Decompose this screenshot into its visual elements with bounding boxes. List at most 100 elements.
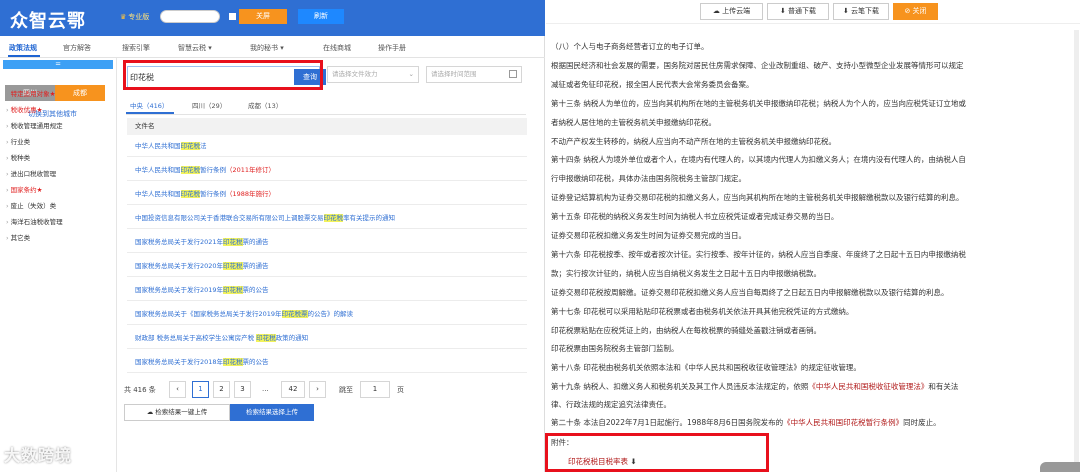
doc-line-20: 律、行政法规的规定追究法律责任。 [551, 400, 671, 409]
row-text-tail: 暂行条例 [200, 166, 226, 174]
upload-all-button[interactable]: ☁ 检索结果一键上传 [124, 404, 230, 421]
line19-tail: 和有关法 [928, 382, 959, 391]
username-field[interactable] [160, 10, 220, 23]
chevron-right-icon: › [6, 218, 9, 226]
chevron-right-icon: › [6, 234, 9, 242]
date-range-placeholder: 请选择时间范围 [431, 70, 477, 78]
attachment-highlight-box [545, 433, 769, 472]
upload-selected-button[interactable]: 检索结果选择上传 [230, 404, 314, 421]
doc-line: 第十三条 纳税人为单位的，应当向其机构所在地的主管税务机关申报缴纳印花税；纳税人… [551, 98, 966, 108]
refresh-button[interactable]: 刷新 [298, 9, 344, 24]
keyword-highlight: 印花税票 [281, 310, 308, 318]
close-screen-button[interactable]: 关屏 [239, 9, 287, 24]
tab-policy[interactable]: 政策法规 [9, 43, 37, 53]
sidebar-item-label: 特定适用对象★ [10, 90, 56, 98]
tab-central[interactable]: 中央（416） [130, 100, 168, 110]
table-row[interactable]: 国家税务总局关于《国家税务总局关于发行2019年印花税票的公告》的解读 [127, 304, 527, 325]
table-row[interactable]: 中华人民共和国印花税暂行条例（1988年施行） [127, 184, 527, 205]
upload-all-label: 检索结果一键上传 [155, 408, 208, 416]
upload-cloud-button[interactable]: ☁ 上传云端 [700, 3, 763, 20]
doc-line: 减征或者免征印花税，报全国人民代表大会常务委员会备案。 [551, 79, 754, 89]
page-2[interactable]: 2 [213, 381, 230, 398]
line21-tail: 同时废止。 [903, 418, 941, 427]
table-row[interactable]: 中国投资信息有限公司关于香港联合交易所有限公司上调股票交易印花税率有关提示的通知 [127, 208, 527, 229]
tab-search-engine[interactable]: 搜索引擎 [122, 43, 150, 53]
doc-line: 证券登记结算机构为证券交易印花税的扣缴义务人，应当向其机构所在地的主管税务机关申… [551, 193, 964, 203]
keyword-highlight: 印花税 [223, 286, 243, 294]
tab-smart-tax[interactable]: 智慧云税 ▾ [178, 43, 212, 53]
keyword-highlight: 印花税 [223, 238, 243, 246]
goto-page-input[interactable]: 1 [360, 381, 390, 398]
city-chengdu[interactable]: 成都 [55, 85, 105, 101]
upload-cloud-label: 上传云端 [722, 7, 751, 15]
table-row[interactable]: 国家税务总局关于发行2018年印花税票的公告 [127, 352, 527, 373]
keyword-highlight: 印花税 [180, 190, 200, 198]
cloud-download-button[interactable]: ⬇ 云笔下载 [833, 3, 889, 20]
sidebar-item[interactable]: › 行业类 [6, 136, 30, 146]
table-row[interactable]: 国家税务总局关于发行2020年印花税票的通告 [127, 256, 527, 277]
tab-mall[interactable]: 在线商城 [323, 43, 351, 53]
sidebar-item[interactable]: › 税收管理通用规定 [6, 120, 63, 130]
chevron-right-icon: › [6, 122, 9, 130]
chevron-right-icon: › [6, 186, 9, 194]
tab-secretary[interactable]: 我的秘书 ▾ [250, 43, 284, 53]
tab-sichuan[interactable]: 四川（29） [192, 100, 226, 110]
crown-icon: ♛ [120, 13, 127, 21]
validity-select[interactable]: 请选择文件效力 ⌄ [327, 66, 419, 83]
doc-line: 证券交易印花税扣缴义务发生时间为证券交易完成的当日。 [551, 231, 746, 240]
row-text-tail: 票的公告 [242, 358, 269, 366]
table-row[interactable]: 财政部 税务总局关于高校学生公寓房产税 印花税政策的通知 [127, 328, 527, 349]
sidebar-item-label: 海洋石油税收管理 [10, 218, 63, 226]
row-text-tail: 暂行条例 [200, 190, 226, 198]
row-text: 国家税务总局关于《国家税务总局关于发行2019年 [135, 310, 282, 318]
sidebar-item[interactable]: › 税种类 [6, 152, 30, 162]
sidebar: = 四川 成都 切换到其他城市 › 特定适用对象★ › 税收优惠★ › 税收管理通用规定 ›… [0, 58, 117, 472]
sidebar-item-label: 国家条约★ [10, 186, 43, 194]
sidebar-item-label: 进出口税收管理 [10, 170, 57, 178]
row-text-tail: 法 [200, 142, 207, 150]
doc-scrollbar[interactable] [1074, 30, 1079, 470]
row-text-tail: 票的通告 [242, 238, 269, 246]
table-row[interactable]: 中华人民共和国印花税法 [127, 136, 527, 157]
sidebar-item[interactable]: › 国家条约★ [6, 184, 42, 194]
row-text: 中华人民共和国 [135, 142, 181, 150]
table-row[interactable]: 中华人民共和国印花税暂行条例（2011年修订） [127, 160, 527, 181]
page-unit: 页 [397, 386, 404, 394]
tab-official-answer[interactable]: 官方解答 [63, 43, 91, 53]
sidebar-toggle[interactable]: = [3, 60, 113, 69]
sidebar-item-label: 行业类 [10, 138, 31, 146]
tab-manual[interactable]: 操作手册 [378, 43, 406, 53]
sidebar-item[interactable]: › 废止（失效）类 [6, 200, 56, 210]
doc-line: 根据国民经济和社会发展的需要，国务院对居民住房需求保障、企业改制重组、破产、支持… [551, 60, 964, 70]
doc-line: 第十六条 印花税按季、按年或者按次计征。实行按季、按年计征的，纳税人应当自季度、… [551, 249, 966, 259]
page-3[interactable]: 3 [234, 381, 251, 398]
sidebar-item[interactable]: › 其它类 [6, 232, 30, 242]
sidebar-item[interactable]: › 进出口税收管理 [6, 168, 56, 178]
normal-download-button[interactable]: ⬇ 普通下载 [767, 3, 829, 20]
close-doc-button[interactable]: ⊘ 关闭 [893, 3, 938, 20]
tax-admin-law-link[interactable]: 《中华人民共和国税收征收管理法》 [808, 382, 928, 391]
date-range-select[interactable]: 请选择时间范围 [426, 66, 522, 83]
page-1[interactable]: 1 [192, 381, 209, 398]
row-text: 国家税务总局关于发行2021年 [135, 238, 224, 246]
row-text-tail: 票的通告 [242, 262, 269, 270]
row-text: 国家税务总局关于发行2019年 [135, 286, 224, 294]
sidebar-item[interactable]: › 特定适用对象★ [6, 88, 55, 98]
sidebar-item[interactable]: › 海洋石油税收管理 [6, 216, 63, 226]
table-row[interactable]: 国家税务总局关于发行2021年印花税票的通告 [127, 232, 527, 253]
tab-chengdu[interactable]: 成都（13） [248, 100, 282, 110]
prev-page-button[interactable]: ‹ [169, 381, 186, 398]
normal-download-label: 普通下载 [788, 7, 817, 15]
next-page-button[interactable]: › [309, 381, 326, 398]
corner-badge [1040, 462, 1080, 472]
doc-line: 第十四条 纳税人为境外单位或者个人，在境内有代理人的，以其境内代理人为扣缴义务人… [551, 155, 966, 165]
row-text: 财政部 税务总局关于高校学生公寓房产税 [135, 334, 257, 342]
sidebar-item[interactable]: › 税收优惠★ [6, 104, 42, 114]
grid-icon[interactable] [229, 13, 236, 20]
table-row[interactable]: 国家税务总局关于发行2019年印花税票的公告 [127, 280, 527, 301]
validity-placeholder: 请选择文件效力 [332, 70, 378, 78]
stamp-tax-regulation-link[interactable]: 《中华人民共和国印花税暂行条例》 [783, 418, 903, 427]
sidebar-item-label: 废止（失效）类 [10, 202, 57, 210]
top-bar: 众智云鄂 ♛ 专业版 关屏 刷新 [0, 0, 545, 36]
page-42[interactable]: 42 [281, 381, 305, 398]
